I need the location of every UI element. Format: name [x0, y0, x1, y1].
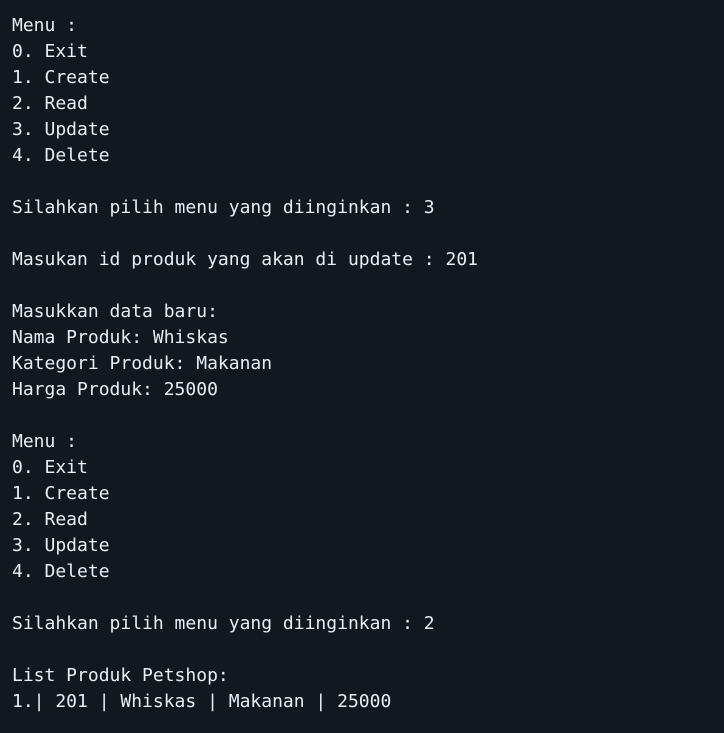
menu-header: Menu :: [12, 15, 78, 36]
menu-option-delete: 4. Delete: [12, 561, 110, 582]
menu-option-create: 1. Create: [12, 483, 110, 504]
menu-option-exit: 0. Exit: [12, 41, 88, 62]
product-price-line: Harga Produk: 25000: [12, 379, 218, 400]
terminal-output: Menu : 0. Exit 1. Create 2. Read 3. Upda…: [0, 0, 724, 733]
update-id-prompt: Masukan id produk yang akan di update : …: [12, 249, 478, 270]
menu-header: Menu :: [12, 431, 78, 452]
new-data-header: Masukkan data baru:: [12, 301, 218, 322]
menu-option-update: 3. Update: [12, 119, 110, 140]
menu-choice-prompt: Silahkan pilih menu yang diinginkan : 2: [12, 613, 435, 634]
menu-choice-prompt: Silahkan pilih menu yang diinginkan : 3: [12, 197, 435, 218]
menu-option-delete: 4. Delete: [12, 145, 110, 166]
product-category-line: Kategori Produk: Makanan: [12, 353, 273, 374]
menu-option-read: 2. Read: [12, 93, 88, 114]
product-list-row: 1.| 201 | Whiskas | Makanan | 25000: [12, 691, 392, 712]
menu-option-read: 2. Read: [12, 509, 88, 530]
menu-option-update: 3. Update: [12, 535, 110, 556]
product-name-line: Nama Produk: Whiskas: [12, 327, 229, 348]
menu-option-exit: 0. Exit: [12, 457, 88, 478]
menu-option-create: 1. Create: [12, 67, 110, 88]
product-list-header: List Produk Petshop:: [12, 665, 229, 686]
